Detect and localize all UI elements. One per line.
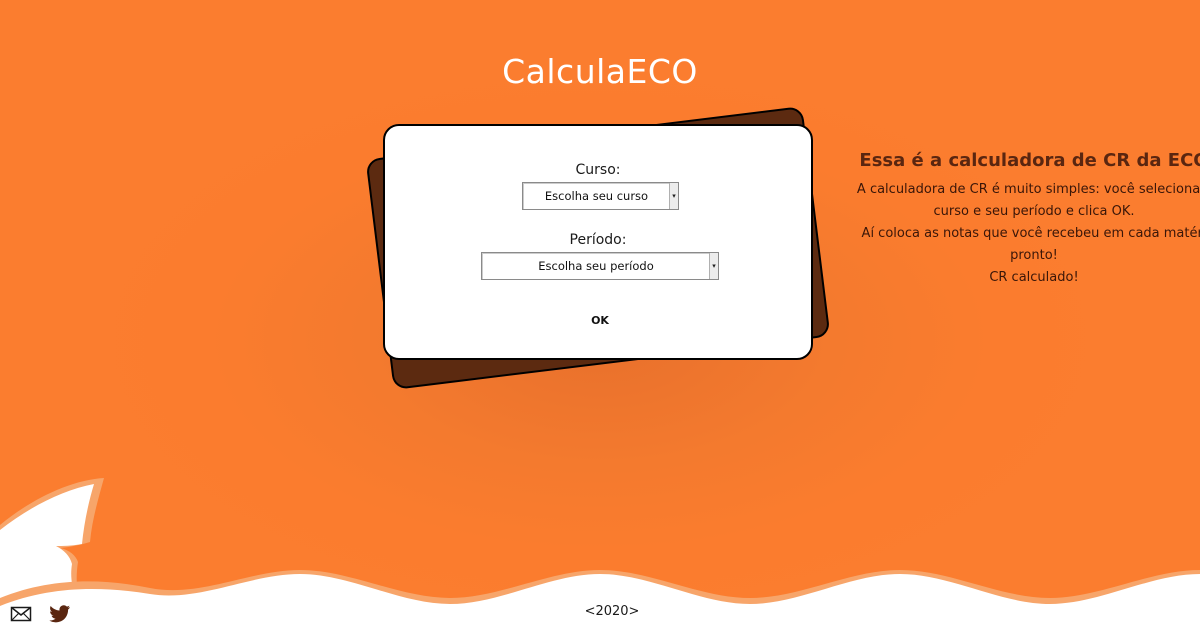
- chevron-down-icon: ▾: [669, 183, 678, 209]
- curso-select-value: Escolha seu curso: [544, 189, 649, 203]
- info-line: Aí coloca as notas que você recebeu em c…: [861, 226, 1200, 241]
- info-line: pronto!: [1010, 248, 1058, 263]
- info-panel: Essa é a calculadora de CR da ECO A calc…: [834, 150, 1200, 289]
- periodo-select-value: Escolha seu período: [538, 259, 654, 273]
- footer-year: <2020>: [584, 604, 640, 619]
- curso-select[interactable]: Escolha seu curso ▾: [522, 182, 679, 210]
- footer: <2020>: [0, 600, 1200, 630]
- ok-button[interactable]: OK: [570, 311, 630, 331]
- periodo-label: Período:: [569, 232, 627, 248]
- curso-label: Curso:: [575, 162, 621, 178]
- info-line: A calculadora de CR é muito simples: voc…: [856, 182, 1200, 197]
- chevron-down-icon: ▾: [709, 253, 718, 279]
- page-title: CalculaECO: [502, 52, 698, 91]
- info-title: Essa é a calculadora de CR da ECO: [859, 150, 1200, 171]
- periodo-select[interactable]: Escolha seu período ▾: [481, 252, 719, 280]
- calculator-form-card: Curso: Escolha seu curso ▾ Período: Esco…: [383, 124, 813, 360]
- info-line: CR calculado!: [989, 270, 1079, 285]
- info-line: curso e seu período e clica OK.: [933, 204, 1135, 219]
